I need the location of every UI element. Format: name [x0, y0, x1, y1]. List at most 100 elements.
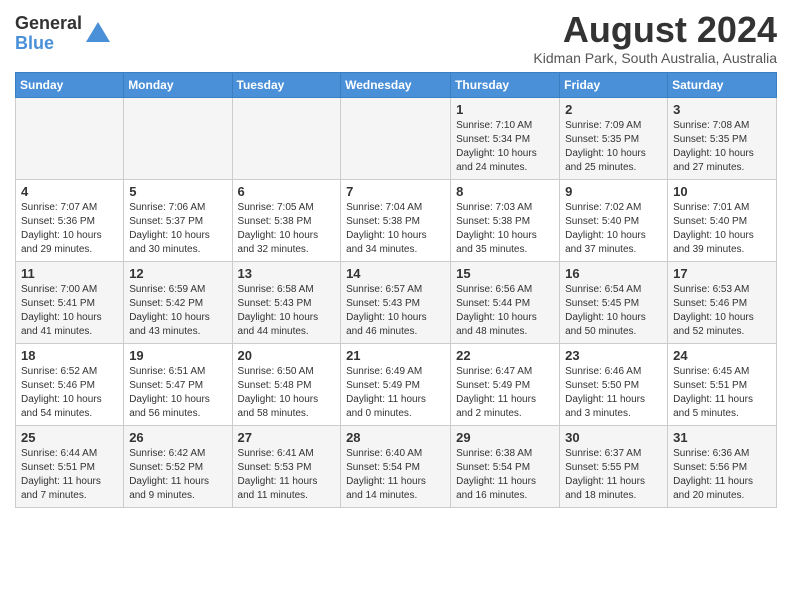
day-number: 21	[346, 348, 445, 363]
calendar-cell: 29 Sunrise: 6:38 AM Sunset: 5:54 PM Dayli…	[451, 425, 560, 507]
day-number: 2	[565, 102, 662, 117]
calendar-week-5: 25 Sunrise: 6:44 AM Sunset: 5:51 PM Dayli…	[16, 425, 777, 507]
title-area: August 2024 Kidman Park, South Australia…	[533, 10, 777, 66]
calendar-cell: 13 Sunrise: 6:58 AM Sunset: 5:43 PM Dayli…	[232, 261, 341, 343]
day-info: Sunrise: 6:46 AM Sunset: 5:50 PM Dayligh…	[565, 365, 662, 421]
calendar-cell	[124, 97, 232, 179]
day-info: Sunrise: 6:47 AM Sunset: 5:49 PM Dayligh…	[456, 365, 554, 421]
day-number: 3	[673, 102, 771, 117]
day-number: 16	[565, 266, 662, 281]
calendar-week-4: 18 Sunrise: 6:52 AM Sunset: 5:46 PM Dayli…	[16, 343, 777, 425]
day-number: 4	[21, 184, 118, 199]
day-info: Sunrise: 6:36 AM Sunset: 5:56 PM Dayligh…	[673, 447, 771, 503]
calendar-cell: 24Sunrise: 6:45 AM Sunset: 5:51 PM Dayli…	[668, 343, 777, 425]
day-info: Sunrise: 7:04 AM Sunset: 5:38 PM Dayligh…	[346, 201, 445, 257]
day-number: 24	[673, 348, 771, 363]
day-info: Sunrise: 6:51 AM Sunset: 5:47 PM Dayligh…	[129, 365, 226, 421]
day-info: Sunrise: 7:03 AM Sunset: 5:38 PM Dayligh…	[456, 201, 554, 257]
calendar-cell: 21Sunrise: 6:49 AM Sunset: 5:49 PM Dayli…	[341, 343, 451, 425]
location-subtitle: Kidman Park, South Australia, Australia	[533, 50, 777, 66]
calendar-cell: 30Sunrise: 6:37 AM Sunset: 5:55 PM Dayli…	[560, 425, 668, 507]
weekday-header-friday: Friday	[560, 72, 668, 97]
calendar-cell: 6Sunrise: 7:05 AM Sunset: 5:38 PM Daylig…	[232, 179, 341, 261]
day-info: Sunrise: 6:56 AM Sunset: 5:44 PM Dayligh…	[456, 283, 554, 339]
calendar-cell: 12 Sunrise: 6:59 AM Sunset: 5:42 PM Dayli…	[124, 261, 232, 343]
calendar-table: SundayMondayTuesdayWednesdayThursdayFrid…	[15, 72, 777, 508]
day-info: Sunrise: 6:41 AM Sunset: 5:53 PM Dayligh…	[238, 447, 336, 503]
weekday-header-thursday: Thursday	[451, 72, 560, 97]
page-header: GeneralBlue August 2024 Kidman Park, Sou…	[15, 10, 777, 66]
day-number: 1	[456, 102, 554, 117]
day-number: 22	[456, 348, 554, 363]
weekday-header-row: SundayMondayTuesdayWednesdayThursdayFrid…	[16, 72, 777, 97]
calendar-cell: 9 Sunrise: 7:02 AM Sunset: 5:40 PM Daylig…	[560, 179, 668, 261]
calendar-cell: 3 Sunrise: 7:08 AM Sunset: 5:35 PM Daylig…	[668, 97, 777, 179]
weekday-header-sunday: Sunday	[16, 72, 124, 97]
day-number: 9	[565, 184, 662, 199]
day-number: 14	[346, 266, 445, 281]
day-info: Sunrise: 7:00 AM Sunset: 5:41 PM Dayligh…	[21, 283, 118, 339]
day-info: Sunrise: 6:44 AM Sunset: 5:51 PM Dayligh…	[21, 447, 118, 503]
day-number: 11	[21, 266, 118, 281]
day-info: Sunrise: 7:01 AM Sunset: 5:40 PM Dayligh…	[673, 201, 771, 257]
day-number: 25	[21, 430, 118, 445]
calendar-cell	[232, 97, 341, 179]
day-info: Sunrise: 7:08 AM Sunset: 5:35 PM Dayligh…	[673, 119, 771, 175]
day-number: 7	[346, 184, 445, 199]
day-number: 20	[238, 348, 336, 363]
day-number: 10	[673, 184, 771, 199]
day-info: Sunrise: 7:02 AM Sunset: 5:40 PM Dayligh…	[565, 201, 662, 257]
calendar-cell: 23 Sunrise: 6:46 AM Sunset: 5:50 PM Dayli…	[560, 343, 668, 425]
calendar-cell: 19 Sunrise: 6:51 AM Sunset: 5:47 PM Dayli…	[124, 343, 232, 425]
calendar-cell: 11 Sunrise: 7:00 AM Sunset: 5:41 PM Dayli…	[16, 261, 124, 343]
calendar-cell: 15 Sunrise: 6:56 AM Sunset: 5:44 PM Dayli…	[451, 261, 560, 343]
calendar-cell: 17 Sunrise: 6:53 AM Sunset: 5:46 PM Dayli…	[668, 261, 777, 343]
calendar-cell: 18 Sunrise: 6:52 AM Sunset: 5:46 PM Dayli…	[16, 343, 124, 425]
calendar-cell	[341, 97, 451, 179]
day-number: 19	[129, 348, 226, 363]
day-number: 12	[129, 266, 226, 281]
day-info: Sunrise: 6:57 AM Sunset: 5:43 PM Dayligh…	[346, 283, 445, 339]
day-number: 13	[238, 266, 336, 281]
weekday-header-tuesday: Tuesday	[232, 72, 341, 97]
day-number: 15	[456, 266, 554, 281]
calendar-cell: 28Sunrise: 6:40 AM Sunset: 5:54 PM Dayli…	[341, 425, 451, 507]
day-number: 18	[21, 348, 118, 363]
calendar-cell: 4 Sunrise: 7:07 AM Sunset: 5:36 PM Daylig…	[16, 179, 124, 261]
day-info: Sunrise: 7:10 AM Sunset: 5:34 PM Dayligh…	[456, 119, 554, 175]
calendar-cell: 31 Sunrise: 6:36 AM Sunset: 5:56 PM Dayli…	[668, 425, 777, 507]
day-info: Sunrise: 7:07 AM Sunset: 5:36 PM Dayligh…	[21, 201, 118, 257]
day-number: 28	[346, 430, 445, 445]
day-number: 27	[238, 430, 336, 445]
calendar-cell: 10 Sunrise: 7:01 AM Sunset: 5:40 PM Dayli…	[668, 179, 777, 261]
day-number: 31	[673, 430, 771, 445]
day-number: 29	[456, 430, 554, 445]
calendar-cell: 26 Sunrise: 6:42 AM Sunset: 5:52 PM Dayli…	[124, 425, 232, 507]
day-info: Sunrise: 6:52 AM Sunset: 5:46 PM Dayligh…	[21, 365, 118, 421]
day-number: 17	[673, 266, 771, 281]
day-info: Sunrise: 6:50 AM Sunset: 5:48 PM Dayligh…	[238, 365, 336, 421]
day-info: Sunrise: 6:54 AM Sunset: 5:45 PM Dayligh…	[565, 283, 662, 339]
logo: GeneralBlue	[15, 14, 112, 54]
day-number: 5	[129, 184, 226, 199]
calendar-cell: 5Sunrise: 7:06 AM Sunset: 5:37 PM Daylig…	[124, 179, 232, 261]
day-info: Sunrise: 6:38 AM Sunset: 5:54 PM Dayligh…	[456, 447, 554, 503]
weekday-header-wednesday: Wednesday	[341, 72, 451, 97]
day-number: 23	[565, 348, 662, 363]
day-number: 8	[456, 184, 554, 199]
day-info: Sunrise: 6:59 AM Sunset: 5:42 PM Dayligh…	[129, 283, 226, 339]
calendar-cell	[16, 97, 124, 179]
weekday-header-monday: Monday	[124, 72, 232, 97]
month-year-title: August 2024	[533, 10, 777, 50]
day-info: Sunrise: 7:09 AM Sunset: 5:35 PM Dayligh…	[565, 119, 662, 175]
calendar-cell: 1 Sunrise: 7:10 AM Sunset: 5:34 PM Daylig…	[451, 97, 560, 179]
calendar-cell: 25 Sunrise: 6:44 AM Sunset: 5:51 PM Dayli…	[16, 425, 124, 507]
day-info: Sunrise: 6:42 AM Sunset: 5:52 PM Dayligh…	[129, 447, 226, 503]
calendar-cell: 20 Sunrise: 6:50 AM Sunset: 5:48 PM Dayli…	[232, 343, 341, 425]
day-info: Sunrise: 6:53 AM Sunset: 5:46 PM Dayligh…	[673, 283, 771, 339]
day-number: 30	[565, 430, 662, 445]
day-info: Sunrise: 7:05 AM Sunset: 5:38 PM Dayligh…	[238, 201, 336, 257]
day-info: Sunrise: 6:58 AM Sunset: 5:43 PM Dayligh…	[238, 283, 336, 339]
calendar-week-2: 4 Sunrise: 7:07 AM Sunset: 5:36 PM Daylig…	[16, 179, 777, 261]
day-number: 26	[129, 430, 226, 445]
